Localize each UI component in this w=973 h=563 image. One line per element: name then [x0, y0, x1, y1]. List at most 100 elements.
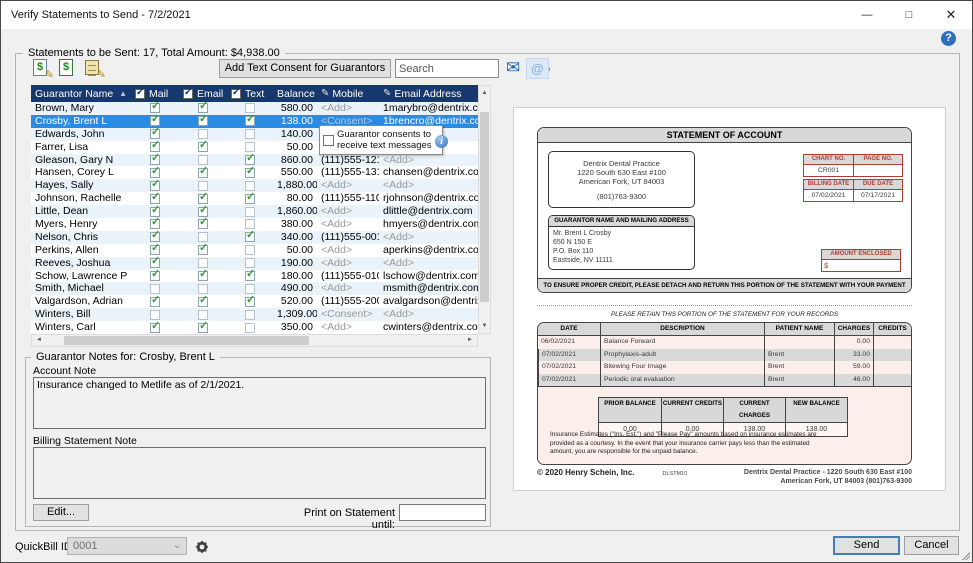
email-address-cell[interactable]: dlittle@dentrix.com: [379, 205, 478, 218]
text-checkbox[interactable]: [245, 284, 255, 294]
email-checkbox[interactable]: [198, 155, 208, 165]
text-checkbox[interactable]: [245, 310, 255, 320]
mail-checkbox[interactable]: ✓: [150, 258, 160, 268]
add-text-consent-button[interactable]: Add Text Consent for Guarantors: [219, 59, 391, 78]
mail-checkbox[interactable]: ✓: [150, 232, 160, 242]
horizontal-scrollbar[interactable]: ◄ ►: [31, 334, 478, 347]
mail-checkbox[interactable]: ✓: [150, 181, 160, 191]
email-checkbox[interactable]: ✓: [198, 103, 208, 113]
email-checkbox[interactable]: [198, 129, 208, 139]
mail-checkbox[interactable]: ✓: [150, 245, 160, 255]
edit-button[interactable]: Edit...: [33, 504, 89, 521]
email-address-cell[interactable]: rjohnson@dentrix.com: [379, 192, 478, 205]
email-master-checkbox[interactable]: ✓: [183, 89, 193, 99]
text-checkbox[interactable]: ✓: [245, 271, 255, 281]
text-checkbox[interactable]: [245, 207, 255, 217]
mobile-cell[interactable]: <Add>: [317, 102, 379, 115]
scroll-down-icon[interactable]: ▼: [479, 320, 490, 332]
mobile-cell[interactable]: (111)555-0011: [317, 231, 379, 244]
email-address-cell[interactable]: chansen@dentrix.com: [379, 166, 478, 179]
search-input[interactable]: [396, 63, 544, 75]
text-checkbox[interactable]: ✓: [245, 155, 255, 165]
mobile-cell[interactable]: <Add>: [317, 205, 379, 218]
guarantor-row[interactable]: Winters, Bill1,309.00<Consent><Add>: [31, 308, 478, 321]
guarantor-row[interactable]: Winters, Carl✓✓350.00<Add>cwinters@dentr…: [31, 321, 478, 334]
text-checkbox[interactable]: ✓: [245, 116, 255, 126]
billing-note-field[interactable]: [33, 447, 486, 499]
mail-master-checkbox[interactable]: ✓: [135, 89, 145, 99]
edit-note-icon[interactable]: ✎: [83, 58, 103, 78]
email-address-cell[interactable]: <Add>: [379, 179, 478, 192]
email-checkbox[interactable]: ✓: [198, 116, 208, 126]
quickbill-select[interactable]: 0001 ⌄: [67, 537, 187, 555]
guarantor-row[interactable]: Nelson, Chris✓✓340.00(111)555-0011<Add>: [31, 231, 478, 244]
minimize-button[interactable]: —: [846, 1, 888, 29]
email-checkbox[interactable]: ✓: [198, 207, 208, 217]
email-address-cell[interactable]: <Add>: [379, 308, 478, 321]
email-checkbox[interactable]: [198, 258, 208, 268]
guarantor-row[interactable]: Johnson, Rachelle✓✓✓80.00(111)555-1101rj…: [31, 192, 478, 205]
mail-checkbox[interactable]: ✓: [150, 194, 160, 204]
vertical-scrollbar[interactable]: ▲ ▼: [478, 85, 491, 334]
mobile-cell[interactable]: <Consent>: [317, 308, 379, 321]
email-checkbox[interactable]: ✓: [198, 245, 208, 255]
close-button[interactable]: ✕: [930, 1, 972, 29]
billing-statement-icon[interactable]: $: [57, 58, 77, 78]
text-checkbox[interactable]: ✓: [245, 194, 255, 204]
mail-checkbox[interactable]: [150, 284, 160, 294]
column-header-mail[interactable]: ✓ Mail: [131, 85, 179, 102]
mail-checkbox[interactable]: ✓: [150, 155, 160, 165]
text-checkbox[interactable]: ✓: [245, 297, 255, 307]
email-checkbox[interactable]: [198, 310, 208, 320]
vertical-scroll-thumb[interactable]: [480, 112, 489, 302]
text-checkbox[interactable]: [245, 142, 255, 152]
email-address-cell[interactable]: aperkins@dentrix.com: [379, 244, 478, 257]
text-checkbox[interactable]: [245, 323, 255, 333]
mobile-cell[interactable]: <Add>: [317, 244, 379, 257]
mobile-cell[interactable]: <Add>: [317, 321, 379, 334]
email-delivery-icon[interactable]: @: [526, 58, 549, 79]
column-header-mobile[interactable]: ✎ Mobile: [317, 85, 379, 102]
email-checkbox[interactable]: [198, 232, 208, 242]
column-header-text[interactable]: ✓ Text: [227, 85, 273, 102]
guarantor-row[interactable]: Valgardson, Adrian✓✓✓520.00(111)555-2000…: [31, 295, 478, 308]
mail-delivery-icon[interactable]: ✉: [506, 58, 520, 78]
mail-checkbox[interactable]: ✓: [150, 219, 160, 229]
maximize-button[interactable]: □: [888, 1, 930, 29]
consent-checkbox[interactable]: [323, 135, 334, 146]
email-address-cell[interactable]: 1marybro@dentrix.com: [379, 102, 478, 115]
email-address-cell[interactable]: msmith@dentrix.com: [379, 282, 478, 295]
gear-icon[interactable]: [194, 539, 210, 555]
resize-grip[interactable]: [962, 552, 970, 560]
guarantor-row[interactable]: Brown, Mary✓✓580.00<Add>1marybro@dentrix…: [31, 102, 478, 115]
send-button[interactable]: Send: [833, 536, 900, 555]
guarantor-row[interactable]: Gleason, Gary N✓✓860.00(111)555-1212<Add…: [31, 154, 478, 167]
mobile-cell[interactable]: (111)555-1212: [317, 154, 379, 167]
guarantor-row[interactable]: Smith, Michael490.00<Add>msmith@dentrix.…: [31, 282, 478, 295]
guarantor-row[interactable]: Perkins, Allen✓✓50.00<Add>aperkins@dentr…: [31, 244, 478, 257]
text-checkbox[interactable]: ✓: [245, 232, 255, 242]
guarantor-row[interactable]: Reeves, Joshua✓190.00<Add><Add>: [31, 257, 478, 270]
guarantor-row[interactable]: Hansen, Corey L✓✓✓550.00(111)555-1311cha…: [31, 166, 478, 179]
mail-checkbox[interactable]: ✓: [150, 297, 160, 307]
mobile-cell[interactable]: (111)555-1101: [317, 192, 379, 205]
email-address-cell[interactable]: avalgardson@dentrix...: [379, 295, 478, 308]
account-note-field[interactable]: Insurance changed to Metlife as of 2/1/2…: [33, 377, 486, 429]
email-checkbox[interactable]: ✓: [198, 323, 208, 333]
email-address-cell[interactable]: <Add>: [379, 231, 478, 244]
mobile-cell[interactable]: <Add>: [317, 218, 379, 231]
text-checkbox[interactable]: [245, 129, 255, 139]
scroll-left-icon[interactable]: ◄: [33, 335, 45, 346]
email-checkbox[interactable]: ✓: [198, 142, 208, 152]
email-checkbox[interactable]: ✓: [198, 271, 208, 281]
email-checkbox[interactable]: [198, 284, 208, 294]
scroll-up-icon[interactable]: ▲: [479, 87, 490, 99]
guarantor-row[interactable]: Hayes, Sally✓1,880.00<Add><Add>: [31, 179, 478, 192]
info-icon[interactable]: i: [435, 135, 448, 148]
text-checkbox[interactable]: [245, 258, 255, 268]
mail-checkbox[interactable]: ✓: [150, 116, 160, 126]
mail-checkbox[interactable]: ✓: [150, 142, 160, 152]
email-checkbox[interactable]: ✓: [198, 297, 208, 307]
column-header-balance[interactable]: Balance: [273, 85, 317, 102]
guarantor-row[interactable]: Schow, Lawrence P✓✓✓180.00(111)555-0101l…: [31, 270, 478, 283]
